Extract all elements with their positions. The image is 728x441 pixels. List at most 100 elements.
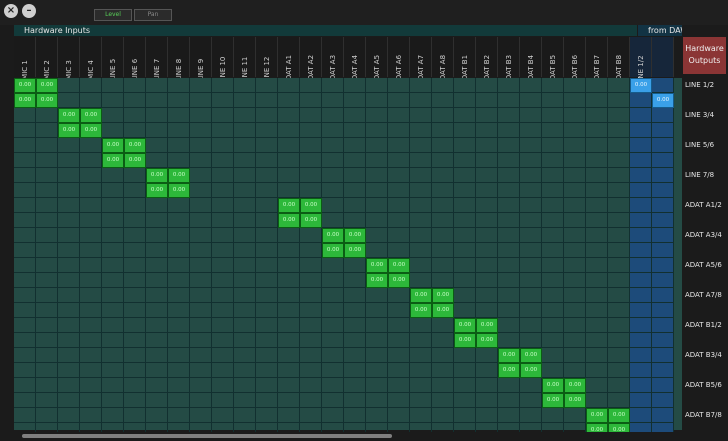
matrix-cell[interactable]: 0.00 <box>366 258 388 273</box>
matrix-cell[interactable] <box>388 333 410 348</box>
matrix-cell[interactable] <box>520 393 542 408</box>
matrix-cell[interactable] <box>542 303 564 318</box>
matrix-cell[interactable] <box>146 93 168 108</box>
matrix-cell[interactable] <box>608 363 630 378</box>
matrix-cell[interactable] <box>322 168 344 183</box>
matrix-cell[interactable] <box>454 213 476 228</box>
matrix-cell[interactable] <box>212 378 234 393</box>
matrix-cell[interactable] <box>454 183 476 198</box>
matrix-cell[interactable] <box>300 408 322 423</box>
matrix-cell[interactable] <box>300 318 322 333</box>
matrix-cell[interactable] <box>102 198 124 213</box>
matrix-cell[interactable] <box>234 93 256 108</box>
matrix-cell[interactable] <box>146 123 168 138</box>
matrix-cell[interactable] <box>410 93 432 108</box>
matrix-cell[interactable]: 0.00 <box>410 288 432 303</box>
matrix-cell[interactable] <box>608 273 630 288</box>
matrix-cell[interactable] <box>542 273 564 288</box>
matrix-cell[interactable] <box>124 393 146 408</box>
matrix-cell[interactable] <box>278 123 300 138</box>
matrix-cell[interactable]: 0.00 <box>58 108 80 123</box>
matrix-cell[interactable] <box>212 228 234 243</box>
matrix-cell[interactable] <box>14 303 36 318</box>
matrix-cell[interactable] <box>190 213 212 228</box>
matrix-cell[interactable] <box>190 348 212 363</box>
matrix-cell[interactable] <box>652 303 674 318</box>
matrix-cell[interactable] <box>432 93 454 108</box>
matrix-cell[interactable] <box>366 93 388 108</box>
matrix-cell[interactable] <box>124 243 146 258</box>
matrix-cell[interactable] <box>124 213 146 228</box>
matrix-cell[interactable] <box>212 273 234 288</box>
matrix-cell[interactable] <box>476 378 498 393</box>
matrix-cell[interactable] <box>146 198 168 213</box>
matrix-cell[interactable]: 0.00 <box>344 228 366 243</box>
matrix-cell[interactable] <box>520 78 542 93</box>
matrix-cell[interactable]: 0.00 <box>564 393 586 408</box>
matrix-cell[interactable] <box>542 123 564 138</box>
matrix-cell[interactable] <box>14 153 36 168</box>
matrix-cell[interactable] <box>586 363 608 378</box>
matrix-cell[interactable] <box>124 78 146 93</box>
matrix-cell[interactable] <box>476 363 498 378</box>
matrix-cell[interactable]: 0.00 <box>36 78 58 93</box>
matrix-cell[interactable] <box>344 333 366 348</box>
matrix-cell[interactable] <box>102 213 124 228</box>
matrix-cell[interactable] <box>344 78 366 93</box>
matrix-cell[interactable] <box>410 273 432 288</box>
matrix-cell[interactable] <box>388 363 410 378</box>
matrix-cell[interactable] <box>630 303 652 318</box>
matrix-cell[interactable] <box>256 408 278 423</box>
matrix-cell[interactable] <box>432 408 454 423</box>
matrix-cell[interactable] <box>300 348 322 363</box>
matrix-cell[interactable] <box>322 138 344 153</box>
matrix-cell[interactable] <box>58 198 80 213</box>
matrix-cell[interactable] <box>58 93 80 108</box>
matrix-cell[interactable] <box>102 378 124 393</box>
matrix-cell[interactable] <box>322 333 344 348</box>
matrix-cell[interactable] <box>234 243 256 258</box>
minimize-button[interactable]: – <box>22 4 36 18</box>
matrix-cell[interactable] <box>300 108 322 123</box>
matrix-cell[interactable] <box>520 288 542 303</box>
matrix-cell[interactable] <box>630 258 652 273</box>
matrix-cell[interactable] <box>476 213 498 228</box>
matrix-cell[interactable]: 0.00 <box>300 198 322 213</box>
matrix-cell[interactable] <box>454 138 476 153</box>
matrix-cell[interactable] <box>168 318 190 333</box>
matrix-cell[interactable] <box>300 303 322 318</box>
matrix-cell[interactable] <box>520 123 542 138</box>
matrix-cell[interactable] <box>36 153 58 168</box>
matrix-cell[interactable]: 0.00 <box>124 138 146 153</box>
matrix-cell[interactable] <box>256 93 278 108</box>
matrix-cell[interactable]: 0.00 <box>14 93 36 108</box>
matrix-cell[interactable] <box>278 333 300 348</box>
matrix-cell[interactable] <box>322 153 344 168</box>
matrix-cell[interactable] <box>234 183 256 198</box>
matrix-cell[interactable] <box>36 288 58 303</box>
matrix-cell[interactable] <box>366 408 388 423</box>
matrix-cell[interactable] <box>124 258 146 273</box>
matrix-cell[interactable] <box>608 303 630 318</box>
matrix-cell[interactable] <box>432 333 454 348</box>
matrix-cell[interactable] <box>454 78 476 93</box>
matrix-cell[interactable] <box>454 378 476 393</box>
matrix-cell[interactable] <box>322 363 344 378</box>
matrix-cell[interactable] <box>542 108 564 123</box>
matrix-cell[interactable] <box>256 168 278 183</box>
matrix-cell[interactable] <box>36 258 58 273</box>
matrix-cell[interactable]: 0.00 <box>102 153 124 168</box>
matrix-cell[interactable] <box>300 378 322 393</box>
matrix-cell[interactable] <box>212 183 234 198</box>
matrix-cell[interactable] <box>366 138 388 153</box>
matrix-cell[interactable] <box>168 393 190 408</box>
matrix-cell[interactable] <box>146 288 168 303</box>
matrix-cell[interactable] <box>234 363 256 378</box>
matrix-cell[interactable] <box>322 213 344 228</box>
matrix-cell[interactable] <box>498 183 520 198</box>
matrix-cell[interactable] <box>102 318 124 333</box>
matrix-cell[interactable] <box>542 153 564 168</box>
matrix-cell[interactable] <box>652 228 674 243</box>
matrix-cell[interactable] <box>388 243 410 258</box>
matrix-cell[interactable] <box>212 348 234 363</box>
